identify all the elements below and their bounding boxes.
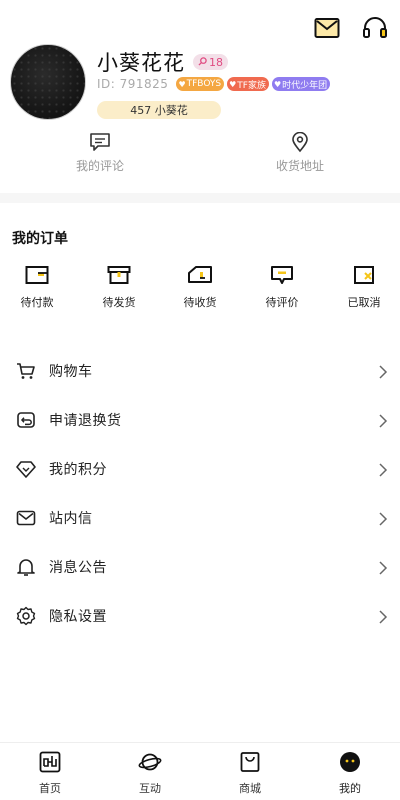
shipping-address-button[interactable]: 收货地址 bbox=[200, 131, 400, 180]
order-pending-payment[interactable]: 待付款 bbox=[7, 265, 67, 310]
home-icon bbox=[39, 751, 61, 776]
tag-tf-family[interactable]: ♥ TF家族 bbox=[227, 77, 269, 91]
gear-icon bbox=[16, 606, 36, 626]
return-icon bbox=[16, 410, 36, 430]
fans-badge[interactable]: 457 小葵花 bbox=[97, 101, 221, 119]
chevron-right-icon bbox=[378, 462, 388, 477]
menu-item-announcements[interactable]: 消息公告 bbox=[0, 542, 400, 591]
delivery-truck-icon bbox=[187, 265, 213, 288]
menu-item-privacy-settings[interactable]: 隐私设置 bbox=[0, 591, 400, 640]
planet-icon bbox=[138, 751, 162, 776]
key-icon bbox=[198, 56, 207, 69]
review-icon bbox=[270, 265, 294, 288]
shipping-address-label: 收货地址 bbox=[275, 159, 324, 173]
menu-item-return-request[interactable]: 申请退换货 bbox=[0, 395, 400, 444]
wallet-icon bbox=[25, 265, 49, 288]
section-divider bbox=[0, 193, 400, 203]
tag-tnt[interactable]: ♥ 时代少年团 bbox=[271, 77, 331, 91]
tab-mine[interactable]: 我的 bbox=[300, 743, 400, 800]
profile-header: 小葵花花 18 ID: 791825 ♥ TFBOYS ♥ TF家族 ♥ 时代少… bbox=[10, 44, 390, 126]
chevron-right-icon bbox=[378, 511, 388, 526]
comment-icon bbox=[89, 132, 111, 152]
order-pending-shipment[interactable]: 待发货 bbox=[89, 265, 149, 310]
chevron-right-icon bbox=[378, 609, 388, 624]
heart-icon: ♥ bbox=[273, 79, 282, 89]
my-comments-label: 我的评论 bbox=[75, 159, 124, 173]
menu-item-inbox[interactable]: 站内信 bbox=[0, 493, 400, 542]
orders-title: 我的订单 bbox=[12, 231, 68, 247]
location-pin-icon bbox=[291, 131, 309, 153]
level-value: 18 bbox=[209, 55, 223, 69]
cancelled-icon bbox=[352, 265, 376, 288]
tab-interact[interactable]: 互动 bbox=[100, 743, 200, 800]
my-comments-button[interactable]: 我的评论 bbox=[0, 132, 200, 180]
top-actions bbox=[314, 16, 388, 40]
bottom-tab-bar: 首页 互动 商城 我的 bbox=[0, 742, 400, 800]
tag-tfboys[interactable]: ♥ TFBOYS bbox=[176, 77, 225, 91]
chevron-right-icon bbox=[378, 413, 388, 428]
orders-row: 待付款 待发货 待收货 待评价 已取消 bbox=[0, 265, 400, 315]
order-pending-review[interactable]: 待评价 bbox=[252, 265, 312, 310]
shopping-bag-icon bbox=[239, 751, 261, 776]
chevron-right-icon bbox=[378, 560, 388, 575]
menu-item-points[interactable]: 我的积分 bbox=[0, 444, 400, 493]
heart-icon: ♥ bbox=[229, 79, 237, 89]
profile-face-icon bbox=[339, 751, 361, 776]
heart-icon: ♥ bbox=[178, 79, 186, 89]
level-badge: 18 bbox=[193, 54, 228, 70]
mail-icon bbox=[16, 508, 36, 528]
tab-mall[interactable]: 商城 bbox=[200, 743, 300, 800]
cart-icon bbox=[16, 361, 36, 381]
order-pending-receipt[interactable]: 待收货 bbox=[170, 265, 230, 310]
fan-club-tags: ♥ TFBOYS ♥ TF家族 ♥ 时代少年团 bbox=[176, 77, 331, 91]
headset-icon[interactable] bbox=[362, 16, 388, 40]
avatar[interactable] bbox=[10, 44, 86, 120]
diamond-icon bbox=[16, 459, 36, 479]
mail-icon[interactable] bbox=[314, 17, 340, 39]
quick-links: 我的评论 收货地址 bbox=[0, 131, 400, 180]
order-cancelled[interactable]: 已取消 bbox=[334, 265, 394, 310]
menu-item-cart[interactable]: 购物车 bbox=[0, 346, 400, 395]
chevron-right-icon bbox=[378, 364, 388, 379]
tab-home[interactable]: 首页 bbox=[0, 743, 100, 800]
package-icon bbox=[107, 265, 131, 288]
user-id: ID: 791825 bbox=[97, 77, 169, 91]
username: 小葵花花 bbox=[97, 51, 185, 75]
settings-menu: 购物车 申请退换货 我的积分 站内信 消息公告 隐私设置 bbox=[0, 346, 400, 640]
bell-icon bbox=[16, 557, 36, 577]
